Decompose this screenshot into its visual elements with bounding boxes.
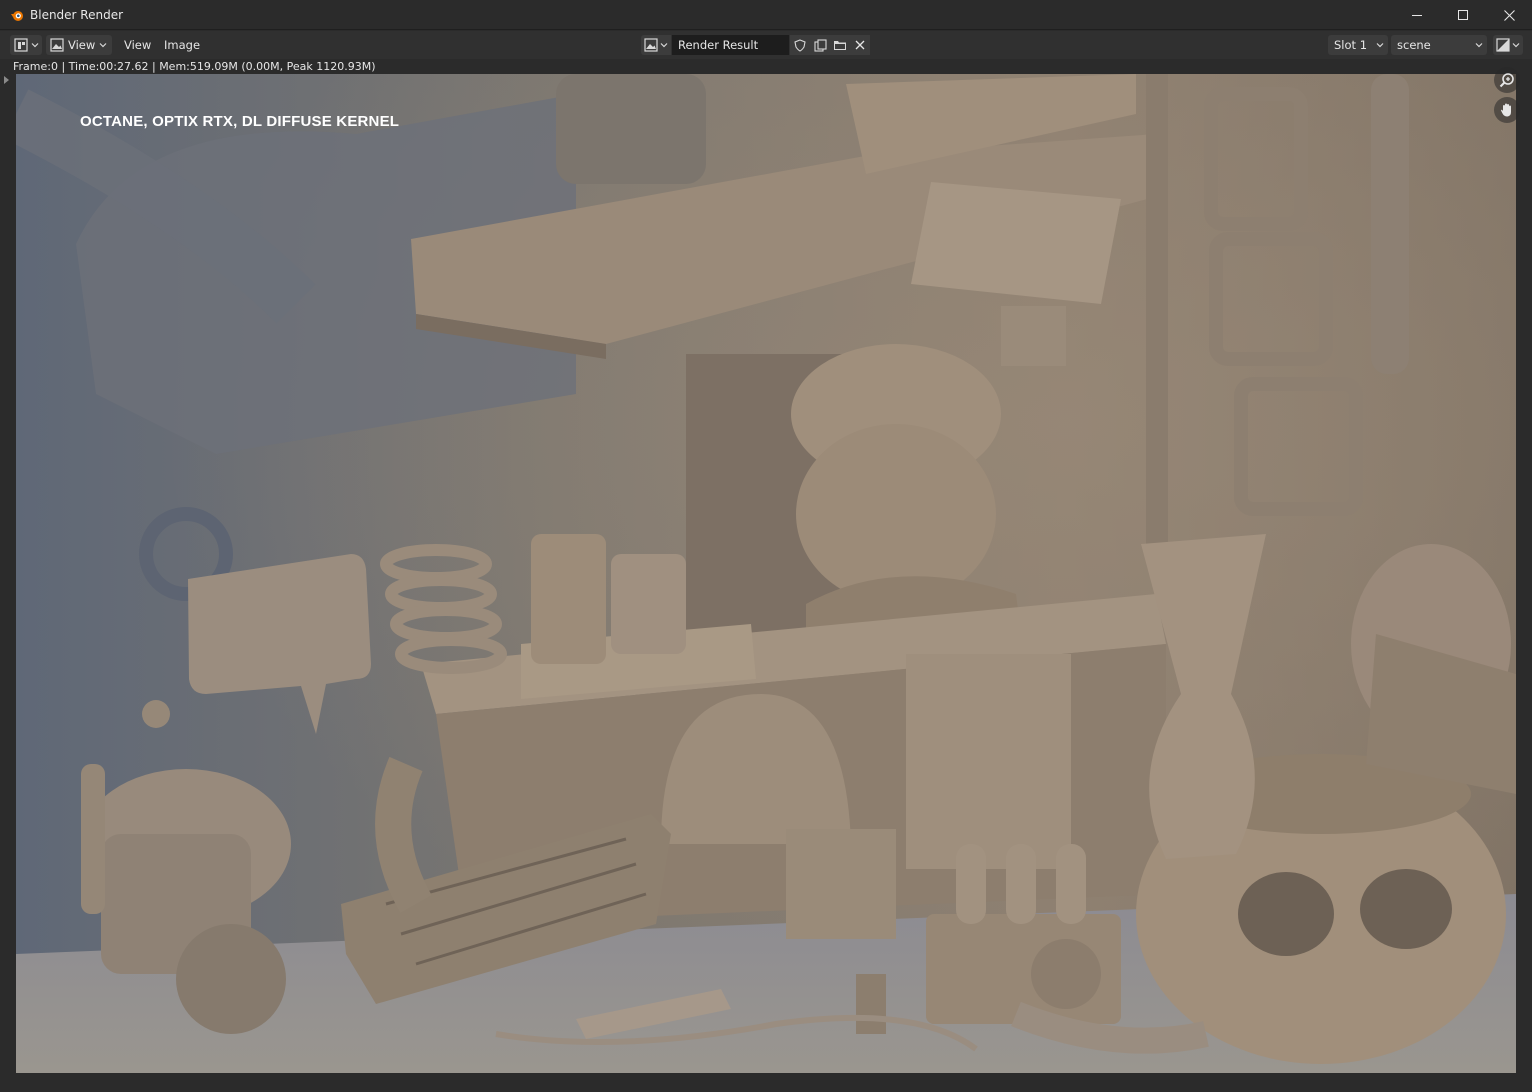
menu-image[interactable]: Image <box>164 35 200 55</box>
render-result-image <box>16 74 1516 1073</box>
menu-view[interactable]: View <box>124 35 151 55</box>
window-title: Blender Render <box>30 7 124 22</box>
zoom-icon <box>1499 73 1514 88</box>
render-slot-label: Slot 1 <box>1334 38 1368 52</box>
image-name-field[interactable]: Render Result <box>672 35 789 55</box>
minimize-icon <box>1412 15 1422 16</box>
unlink-image-button[interactable] <box>850 35 870 55</box>
pan-gizmo-button[interactable] <box>1494 97 1520 123</box>
chevron-down-icon <box>1475 43 1483 48</box>
blender-logo-icon <box>11 10 23 21</box>
image-editor-header: View View Image Render Result Slot 1 sce… <box>0 31 1532 59</box>
window-titlebar: Blender Render <box>0 0 1532 30</box>
chevron-down-icon <box>99 43 107 48</box>
chevron-down-icon <box>660 43 668 48</box>
image-editor-icon <box>14 38 28 52</box>
image-icon <box>644 38 658 52</box>
fake-user-shield-icon <box>794 38 806 52</box>
display-channels-icon <box>1496 38 1510 52</box>
close-icon <box>855 40 865 50</box>
render-slot-dropdown[interactable]: Slot 1 <box>1328 35 1388 55</box>
minimize-button[interactable] <box>1394 0 1440 30</box>
open-folder-icon <box>834 41 846 50</box>
zoom-gizmo-button[interactable] <box>1494 67 1520 93</box>
view-mode-dropdown[interactable]: View <box>46 35 112 55</box>
close-window-button[interactable] <box>1486 0 1532 30</box>
view-layer-dropdown[interactable]: scene <box>1391 35 1487 55</box>
new-image-icon <box>813 38 827 52</box>
render-engine-label: OCTANE, OPTIX RTX, DL DIFFUSE KERNEL <box>80 113 400 130</box>
render-scene-illustration <box>16 74 1516 1073</box>
render-status-text: Frame:0 | Time:00:27.62 | Mem:519.09M (0… <box>0 59 1532 74</box>
editor-type-dropdown[interactable] <box>10 35 42 55</box>
image-icon <box>50 38 64 52</box>
fake-user-button[interactable] <box>790 35 810 55</box>
browse-image-dropdown[interactable] <box>641 35 671 55</box>
chevron-down-icon <box>1376 43 1384 48</box>
pan-hand-icon <box>1501 103 1511 117</box>
sidebar-toggle-arrow-icon[interactable] <box>3 75 11 85</box>
maximize-icon <box>1458 10 1468 20</box>
open-image-button[interactable] <box>830 35 850 55</box>
view-mode-label: View <box>68 38 96 52</box>
maximize-button[interactable] <box>1440 0 1486 30</box>
chevron-down-icon <box>31 43 39 48</box>
view-layer-label: scene <box>1397 38 1431 52</box>
display-channels-dropdown[interactable] <box>1493 35 1523 55</box>
close-icon <box>1503 9 1515 21</box>
new-image-button[interactable] <box>810 35 830 55</box>
chevron-down-icon <box>1512 43 1520 48</box>
